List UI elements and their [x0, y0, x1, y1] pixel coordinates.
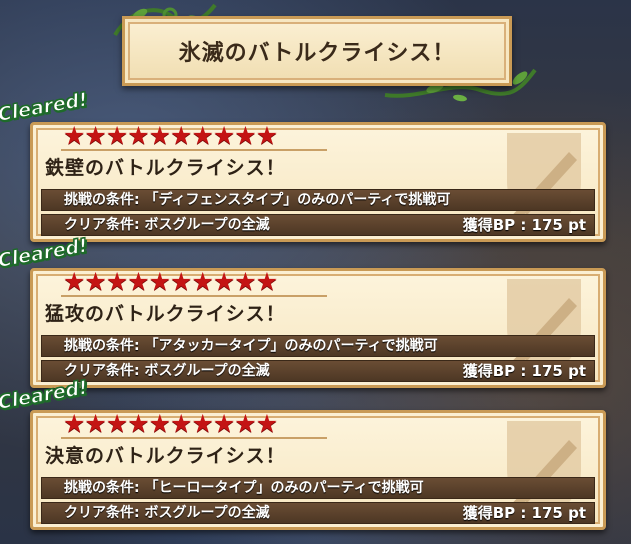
mission-title: 猛攻のバトルクライシス！ [45, 303, 286, 325]
clear-condition-text: クリア条件: ボスグループの全滅 [64, 363, 270, 379]
bp-reward: 獲得BP : 175 pt [462, 362, 586, 380]
bp-reward: 獲得BP : 175 pt [462, 504, 586, 522]
condition-text: 挑戦の条件: 「ヒーロータイプ」のみのパーティで挑戦可 [64, 480, 424, 496]
condition-text: 挑戦の条件: 「ディフェンスタイプ」のみのパーティで挑戦可 [64, 192, 451, 208]
star-rating: ★★★★★★★★★★ [63, 268, 278, 296]
clear-condition-text: クリア条件: ボスグループの全滅 [64, 217, 270, 233]
challenge-condition: 挑戦の条件: 「ディフェンスタイプ」のみのパーティで挑戦可 [41, 189, 595, 211]
mission-title: 鉄壁のバトルクライシス！ [45, 157, 286, 179]
divider [61, 437, 327, 439]
event-title-banner: 氷滅のバトルクライシス！ [122, 16, 512, 86]
star-rating: ★★★★★★★★★★ [63, 410, 278, 438]
clear-condition-bar: クリア条件: ボスグループの全滅 獲得BP : 175 pt [41, 502, 595, 524]
divider [61, 149, 327, 151]
challenge-condition: 挑戦の条件: 「アタッカータイプ」のみのパーティで挑戦可 [41, 335, 595, 357]
cleared-badge: Cleared! [0, 88, 90, 126]
mission-title: 決意のバトルクライシス！ [45, 445, 286, 467]
divider [61, 295, 327, 297]
clear-condition-bar: クリア条件: ボスグループの全滅 獲得BP : 175 pt [41, 214, 595, 236]
clear-condition-bar: クリア条件: ボスグループの全滅 獲得BP : 175 pt [41, 360, 595, 382]
mission-card[interactable]: ★★★★★★★★★★ 猛攻のバトルクライシス！ 挑戦の条件: 「アタッカータイプ… [30, 268, 606, 388]
bp-reward: 獲得BP : 175 pt [462, 216, 586, 234]
clear-condition-text: クリア条件: ボスグループの全滅 [64, 505, 270, 521]
mission-card[interactable]: ★★★★★★★★★★ 鉄壁のバトルクライシス！ 挑戦の条件: 「ディフェンスタイ… [30, 122, 606, 242]
condition-text: 挑戦の条件: 「アタッカータイプ」のみのパーティで挑戦可 [64, 338, 438, 354]
star-rating: ★★★★★★★★★★ [63, 122, 278, 150]
event-title: 氷滅のバトルクライシス！ [178, 41, 456, 66]
challenge-condition: 挑戦の条件: 「ヒーロータイプ」のみのパーティで挑戦可 [41, 477, 595, 499]
mission-card[interactable]: ★★★★★★★★★★ 決意のバトルクライシス！ 挑戦の条件: 「ヒーロータイプ」… [30, 410, 606, 530]
